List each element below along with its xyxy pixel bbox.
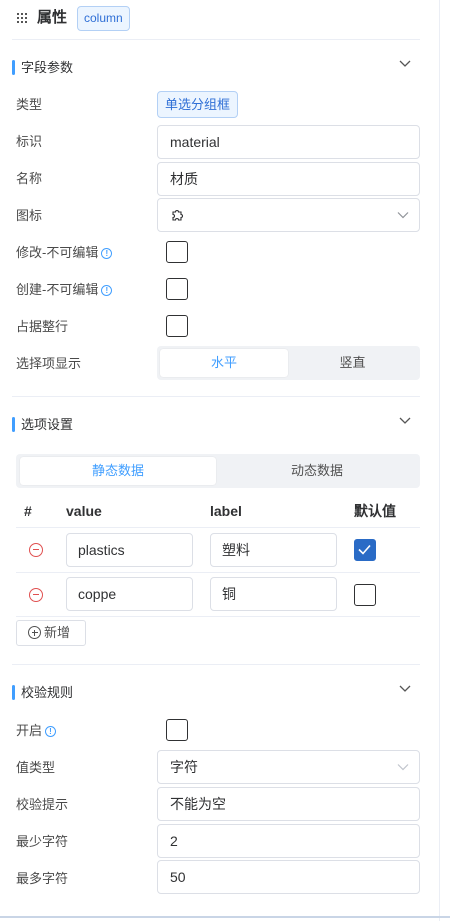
icon-select[interactable] <box>157 198 420 232</box>
component-type-tag: column <box>77 6 130 31</box>
col-header-default: 默认值 <box>354 503 396 519</box>
option-default-checkbox[interactable] <box>354 539 376 561</box>
display-option-vertical[interactable]: 竖直 <box>288 349 417 377</box>
min-chars-label: 最少字符 <box>16 834 69 849</box>
edit-readonly-label: 修改-不可编辑! <box>16 245 113 261</box>
table-divider <box>16 616 420 617</box>
option-default-checkbox[interactable] <box>354 584 376 606</box>
tab-dynamic-data[interactable]: 动态数据 <box>218 457 416 485</box>
full-row-label: 占据整行 <box>16 319 69 334</box>
icon-label: 图标 <box>16 208 43 223</box>
drag-grip-icon <box>17 13 27 23</box>
display-option-horizontal[interactable]: 水平 <box>160 349 288 377</box>
chevron-down-icon <box>397 212 409 219</box>
table-divider <box>16 527 420 528</box>
full-row-checkbox[interactable] <box>166 315 188 337</box>
hint-label: 校验提示 <box>16 797 69 812</box>
section-title-validation: 校验规则 <box>21 685 74 700</box>
create-readonly-checkbox[interactable] <box>166 278 188 300</box>
option-label-input[interactable]: 塑料 <box>210 533 337 567</box>
section-accent-bar <box>12 417 15 432</box>
remove-row-icon[interactable] <box>29 543 43 557</box>
chevron-down-icon[interactable] <box>398 415 412 425</box>
divider <box>12 664 420 665</box>
section-accent-bar <box>12 60 15 75</box>
panel-title: 属性 <box>37 9 68 26</box>
chevron-down-icon[interactable] <box>398 58 412 68</box>
add-option-button[interactable]: 新增 <box>16 620 86 646</box>
info-icon[interactable]: ! <box>101 285 113 296</box>
divider <box>12 39 420 40</box>
info-icon[interactable]: ! <box>45 726 57 737</box>
name-input[interactable]: 材质 <box>157 162 420 196</box>
option-label-input[interactable]: 铜 <box>210 577 337 611</box>
display-segmented-control: 水平 竖直 <box>157 346 420 380</box>
section-title-options: 选项设置 <box>21 417 74 432</box>
chevron-down-icon <box>397 764 409 771</box>
panel-bottom-border <box>0 916 450 918</box>
value-type-label: 值类型 <box>16 760 56 775</box>
plus-circle-icon <box>28 626 41 639</box>
key-input[interactable]: material <box>157 125 420 159</box>
table-divider <box>16 572 420 573</box>
edit-readonly-checkbox[interactable] <box>166 241 188 263</box>
type-value-tag: 单选分组框 <box>157 91 239 118</box>
panel-border <box>439 0 440 921</box>
hint-input[interactable]: 不能为空 <box>157 787 420 821</box>
max-chars-input[interactable]: 50 <box>157 860 420 894</box>
check-icon <box>358 544 371 555</box>
enable-validation-checkbox[interactable] <box>166 719 188 741</box>
puzzle-icon <box>172 210 183 221</box>
section-accent-bar <box>12 685 15 700</box>
option-value-input[interactable]: plastics <box>66 533 193 567</box>
section-title-fields: 字段参数 <box>21 60 74 75</box>
col-header-value: value <box>66 503 102 519</box>
type-label: 类型 <box>16 97 43 112</box>
divider <box>12 396 420 397</box>
col-header-index: # <box>24 503 32 519</box>
key-label: 标识 <box>16 134 43 149</box>
option-value-input[interactable]: coppe <box>66 577 193 611</box>
info-icon[interactable]: ! <box>101 248 113 259</box>
data-source-tabs: 静态数据 动态数据 <box>16 454 420 488</box>
display-label: 选择项显示 <box>16 356 82 371</box>
min-chars-input[interactable]: 2 <box>157 824 420 858</box>
enable-label: 开启! <box>16 723 57 739</box>
max-chars-label: 最多字符 <box>16 871 69 886</box>
create-readonly-label: 创建-不可编辑! <box>16 282 113 298</box>
remove-row-icon[interactable] <box>29 588 43 602</box>
tab-static-data[interactable]: 静态数据 <box>20 457 216 485</box>
chevron-down-icon[interactable] <box>398 683 412 693</box>
col-header-label: label <box>210 503 242 519</box>
value-type-select[interactable]: 字符 <box>157 750 420 784</box>
name-label: 名称 <box>16 171 43 186</box>
